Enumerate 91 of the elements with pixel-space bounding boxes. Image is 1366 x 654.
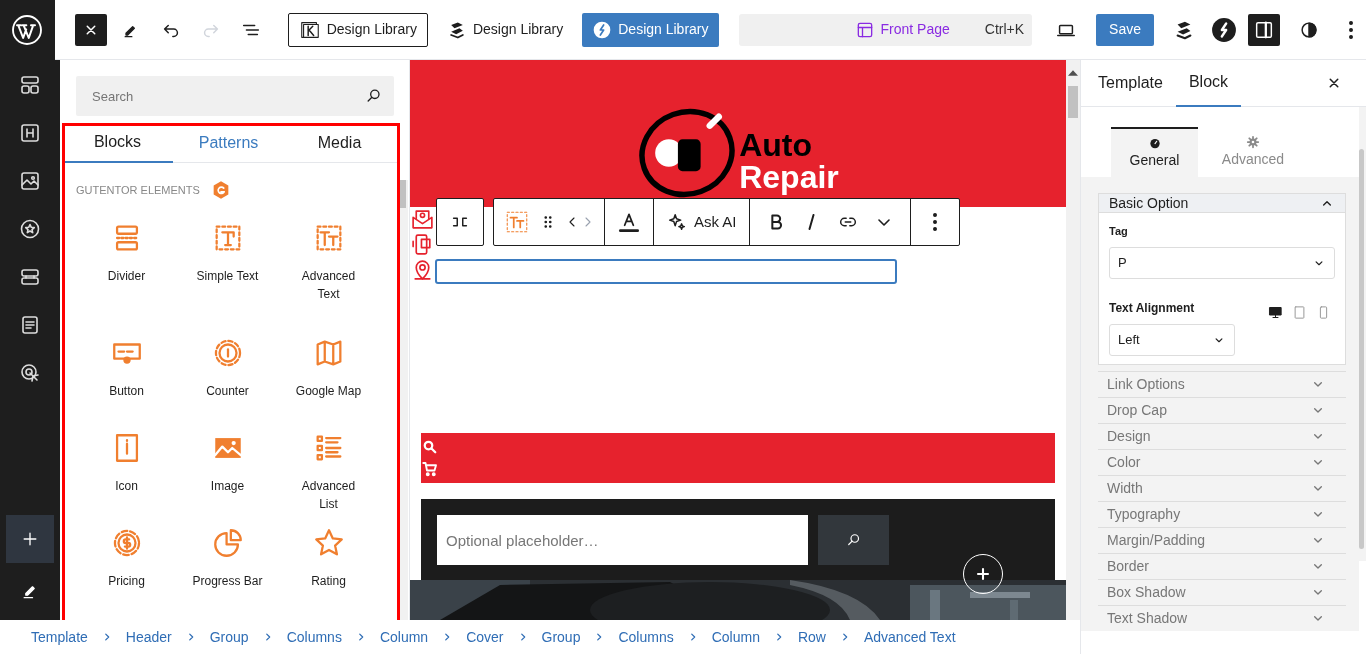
block-item[interactable]: Icon bbox=[76, 431, 177, 526]
device-toggle[interactable] bbox=[1267, 304, 1283, 321]
block-item[interactable]: Pricing bbox=[76, 526, 177, 621]
logo-text: Repair bbox=[739, 161, 839, 194]
settings-tab[interactable]: Advanced bbox=[1198, 127, 1308, 177]
page-title: Front Page bbox=[880, 20, 950, 39]
section-header[interactable]: Typography bbox=[1098, 500, 1346, 527]
block-item[interactable]: Progress Bar bbox=[177, 526, 278, 621]
breadcrumb-link[interactable]: Group bbox=[209, 626, 249, 648]
block-item[interactable]: Google Map bbox=[278, 336, 379, 431]
text-size-icon bbox=[504, 209, 530, 235]
section-header[interactable]: Basic Option bbox=[1099, 194, 1345, 213]
scroll-up-arrow-icon bbox=[1068, 70, 1078, 76]
italic-icon bbox=[808, 214, 816, 230]
block-item[interactable]: Divider bbox=[76, 221, 177, 336]
scrollbar-thumb bbox=[400, 180, 406, 208]
block-item[interactable]: Simple Text bbox=[177, 221, 278, 336]
breadcrumb-link[interactable]: Columns bbox=[286, 626, 342, 648]
sidebar-tab[interactable]: Block bbox=[1175, 59, 1242, 107]
block-item[interactable]: Advanced Text bbox=[278, 221, 379, 336]
block-item[interactable]: Button bbox=[76, 336, 177, 431]
device-toggle[interactable] bbox=[1291, 304, 1307, 321]
s-logo-icon bbox=[592, 19, 613, 40]
s-logo-icon bbox=[1211, 16, 1237, 43]
pattern-grid-icon bbox=[18, 73, 42, 97]
select-parent-button[interactable] bbox=[436, 198, 484, 246]
sidebar-nav-item[interactable] bbox=[18, 73, 42, 97]
block-item[interactable]: Advanced List bbox=[278, 431, 379, 526]
search-field[interactable]: Search bbox=[76, 76, 394, 116]
breadcrumb-link[interactable]: Template bbox=[31, 626, 88, 648]
panel-tab[interactable]: Blocks bbox=[62, 123, 173, 163]
design-library-button[interactable]: Design Library bbox=[287, 12, 428, 47]
sidebar-nav-item[interactable] bbox=[18, 121, 42, 145]
sidebar-nav-item[interactable] bbox=[18, 361, 42, 385]
sidebar-nav-item[interactable] bbox=[18, 169, 42, 193]
close-button[interactable] bbox=[74, 13, 107, 46]
section-header[interactable]: Link Options bbox=[1098, 370, 1346, 397]
field-label: Text Alignment bbox=[1109, 299, 1196, 317]
section-header[interactable]: Box Shadow bbox=[1098, 578, 1346, 605]
block-item[interactable]: Rating bbox=[278, 526, 379, 621]
breadcrumb-link[interactable]: Cover bbox=[466, 626, 504, 648]
save-button[interactable]: Save bbox=[1096, 13, 1154, 46]
breadcrumb-link[interactable]: Advanced Text bbox=[863, 626, 956, 648]
breadcrumb-link[interactable]: Header bbox=[125, 626, 172, 648]
sidebar-nav-item[interactable] bbox=[18, 217, 42, 241]
text-input-block[interactable] bbox=[435, 258, 897, 284]
sidebar-tab[interactable]: Template bbox=[1085, 59, 1176, 107]
section-header[interactable]: Drop Cap bbox=[1098, 396, 1346, 423]
star-circle-icon bbox=[18, 217, 42, 241]
chevron-down-icon bbox=[877, 218, 890, 226]
field-label: Tag bbox=[1109, 224, 1129, 239]
gear-icon bbox=[1246, 134, 1260, 149]
section-header[interactable]: Color bbox=[1098, 448, 1346, 475]
shortcut-hint: Ctrl+K bbox=[984, 20, 1025, 39]
logo-text: Auto bbox=[739, 129, 814, 162]
breadcrumb-link[interactable]: Group bbox=[541, 626, 581, 648]
image-icon bbox=[18, 169, 42, 193]
search-field[interactable]: Optional placeholder… bbox=[437, 515, 808, 566]
breadcrumb-link[interactable]: Columns bbox=[618, 626, 674, 648]
kebab-menu-icon bbox=[1349, 20, 1353, 39]
block-item[interactable]: Counter bbox=[177, 336, 278, 431]
heading-icon bbox=[18, 121, 42, 145]
breadcrumb-link[interactable]: Column bbox=[711, 626, 760, 648]
panel-tab[interactable]: Media bbox=[284, 123, 395, 163]
block-item[interactable]: Image bbox=[177, 431, 278, 526]
settings-tab[interactable]: General bbox=[1111, 127, 1198, 177]
section-header[interactable]: Margin/Padding bbox=[1098, 526, 1346, 553]
breadcrumb-link[interactable]: Column bbox=[379, 626, 429, 648]
section-header[interactable]: Width bbox=[1098, 474, 1346, 501]
section-header[interactable]: Border bbox=[1098, 552, 1346, 579]
command-bar[interactable]: Front Page Ctrl+K bbox=[738, 13, 1033, 46]
search-icon bbox=[421, 438, 439, 456]
cursor-target-icon bbox=[18, 361, 42, 385]
design-library-button[interactable]: Design Library bbox=[436, 12, 574, 47]
ask-ai-button[interactable]: Ask AI bbox=[654, 199, 750, 245]
sparkles-icon bbox=[666, 211, 688, 233]
shopping-cart-icon bbox=[421, 460, 439, 478]
breadcrumb-link[interactable]: Row bbox=[797, 626, 826, 648]
alignment-select[interactable]: Left bbox=[1109, 323, 1235, 356]
settings-toggle-button[interactable] bbox=[1248, 13, 1280, 46]
category-heading: GUTENTOR ELEMENTS bbox=[76, 182, 200, 198]
section-header[interactable]: Text Shadow bbox=[1098, 604, 1346, 631]
design-library-button[interactable]: Design Library bbox=[582, 12, 719, 47]
desktop-icon bbox=[1267, 305, 1283, 320]
section-header[interactable]: Design bbox=[1098, 422, 1346, 449]
panel-tab[interactable]: Patterns bbox=[173, 123, 284, 163]
tag-select[interactable]: P bbox=[1109, 246, 1335, 279]
tablet-icon bbox=[1291, 305, 1307, 320]
kebab-menu-icon bbox=[932, 213, 937, 231]
wordpress-logo-icon[interactable] bbox=[11, 13, 44, 46]
scrollbar-thumb bbox=[1068, 86, 1078, 118]
